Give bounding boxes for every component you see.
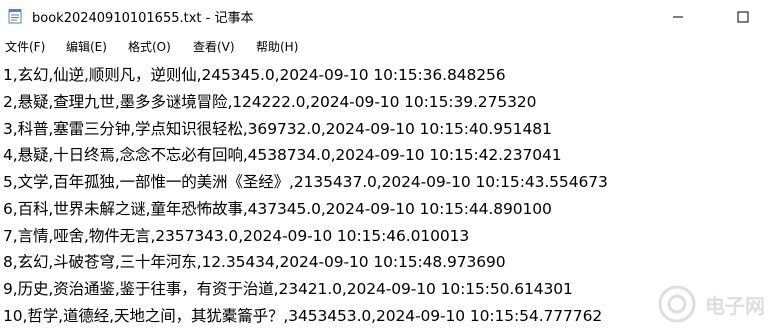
text-line: 5,文学,百年孤独,一部惟一的美洲《圣经》,2135437.0,2024-09-… xyxy=(3,173,608,191)
minimize-icon xyxy=(673,16,683,17)
menu-file[interactable]: 文件(F) xyxy=(5,38,45,55)
text-line: 9,历史,资治通鉴,鉴于往事，有资于治道,23421.0,2024-09-10 … xyxy=(3,280,573,298)
maximize-icon xyxy=(737,11,749,22)
title-bar: book20240910101655.txt - 记事本 xyxy=(0,0,770,33)
text-editor[interactable]: 1,玄幻,仙逆,顺则凡，逆则仙,245345.0,2024-09-10 10:1… xyxy=(0,58,770,332)
text-line: 1,玄幻,仙逆,顺则凡，逆则仙,245345.0,2024-09-10 10:1… xyxy=(3,66,506,84)
menu-help[interactable]: 帮助(H) xyxy=(256,38,298,55)
menu-view[interactable]: 查看(V) xyxy=(193,38,235,55)
menu-bar: 文件(F) 编辑(E) 格式(O) 查看(V) 帮助(H) xyxy=(0,36,770,56)
text-line: 6,百科,世界未解之谜,童年恐怖故事,437345.0,2024-09-10 1… xyxy=(3,200,552,218)
text-line: 3,科普,塞雷三分钟,学点知识很轻松,369732.0,2024-09-10 1… xyxy=(3,120,552,138)
minimize-button[interactable] xyxy=(655,0,701,33)
maximize-button[interactable] xyxy=(720,0,766,33)
text-line: 10,哲学,道德经,天地之间，其犹橐籥乎？,3453453.0,2024-09-… xyxy=(3,307,603,325)
menu-format[interactable]: 格式(O) xyxy=(128,38,171,55)
window-title: book20240910101655.txt - 记事本 xyxy=(32,11,254,26)
text-line: 2,悬疑,查理九世,墨多多谜境冒险,124222.0,2024-09-10 10… xyxy=(3,93,537,111)
notepad-icon xyxy=(8,8,22,24)
text-line: 8,玄幻,斗破苍穹,三十年河东,12.35434,2024-09-10 10:1… xyxy=(3,253,506,271)
menu-edit[interactable]: 编辑(E) xyxy=(66,38,107,55)
text-line: 7,言情,哑舍,物件无言,2357343.0,2024-09-10 10:15:… xyxy=(3,227,470,245)
text-line: 4,悬疑,十日终焉,念念不忘必有回响,4538734.0,2024-09-10 … xyxy=(3,146,562,164)
